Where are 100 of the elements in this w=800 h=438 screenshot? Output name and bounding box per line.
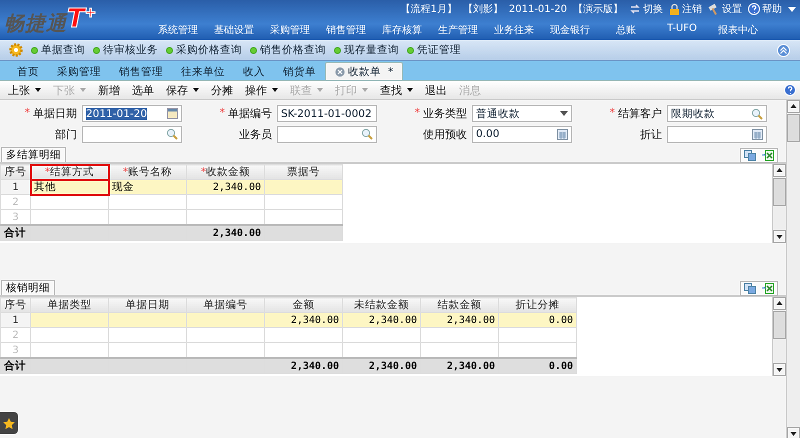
logo-text: 畅捷通 (4, 10, 67, 37)
calculator-icon[interactable] (557, 128, 568, 140)
quick-link[interactable]: 采购价格查询 (166, 43, 242, 57)
menu-item[interactable]: 报表中心 (710, 23, 766, 37)
help-icon[interactable] (748, 3, 760, 15)
scroll-down-icon[interactable] (773, 363, 786, 376)
scroll-up-icon[interactable] (773, 297, 786, 310)
quick-link[interactable]: 单据查询 (31, 43, 85, 57)
input-field[interactable]: 0.00 (472, 126, 572, 143)
excel-export-icon[interactable] (762, 283, 774, 294)
calculator-icon[interactable] (752, 128, 763, 140)
toolbar-button[interactable]: 退出 (421, 82, 455, 98)
column-header[interactable]: *收款金额 (186, 164, 264, 180)
scroll-up-icon[interactable] (787, 100, 800, 113)
tab[interactable]: 采购管理 (48, 63, 110, 80)
column-header[interactable]: 单据编号 (186, 298, 264, 312)
tab[interactable]: 收款单 * (325, 62, 404, 80)
toolbar-button[interactable]: 操作 (241, 82, 286, 98)
quick-link[interactable]: 待审核业务 (93, 43, 158, 57)
magnifier-icon[interactable] (751, 108, 763, 120)
close-icon[interactable] (335, 66, 345, 76)
menu-item[interactable]: 生产管理 (430, 23, 486, 37)
magnifier-icon[interactable] (361, 128, 373, 140)
lock-icon[interactable] (669, 3, 680, 15)
toolbar-button[interactable]: 查找 (376, 82, 421, 98)
toolbar-button[interactable]: 保存 (162, 82, 207, 98)
tab[interactable]: 销货单 (274, 63, 325, 80)
column-header[interactable]: 结款金额 (420, 298, 498, 312)
field-label: 折让 (639, 126, 662, 142)
toolbar-button[interactable]: 上张 (4, 82, 49, 98)
tab[interactable]: 销售管理 (110, 63, 172, 80)
copy-icon[interactable] (744, 150, 756, 161)
column-header[interactable]: *账号名称 (108, 164, 186, 180)
quick-link[interactable]: 销售价格查询 (250, 43, 326, 57)
scroll-thumb[interactable] (773, 178, 786, 206)
help-icon[interactable] (784, 84, 796, 96)
calendar-icon[interactable] (167, 108, 178, 120)
menu-item[interactable]: 基础设置 (206, 23, 262, 37)
column-header[interactable]: 序号 (0, 298, 30, 312)
menu-item[interactable]: 现金银行 (542, 23, 598, 37)
status-info: 2011-01-20 (508, 4, 567, 14)
menu-item[interactable]: 总账 (598, 23, 654, 37)
header-action[interactable]: 注销 (669, 2, 702, 16)
menu-item[interactable]: T-UFO (654, 23, 710, 37)
column-header[interactable]: 单据类型 (30, 298, 108, 312)
quick-link[interactable]: 现存量查询 (334, 43, 399, 57)
scroll-down-icon[interactable] (773, 230, 786, 243)
star-button[interactable] (0, 412, 18, 434)
column-header[interactable]: 金额 (264, 298, 342, 312)
logo-plus: + (84, 6, 96, 20)
menu-item[interactable]: 库存核算 (374, 23, 430, 37)
excel-export-icon[interactable] (762, 150, 774, 161)
magnifier-icon[interactable] (166, 128, 178, 140)
header-action[interactable]: 设置 (708, 2, 742, 16)
column-header[interactable]: 未结款金额 (342, 298, 420, 312)
input-field[interactable] (277, 126, 377, 143)
field-label: 使用预收 (422, 126, 467, 142)
logo-mark: T (67, 6, 85, 32)
input-field[interactable]: SK-2011-01-0002 (277, 105, 377, 122)
menu-item[interactable]: 系统管理 (150, 23, 206, 37)
header-action[interactable]: 帮助 (748, 2, 782, 16)
field-label: * 结算客户 (608, 106, 662, 122)
scroll-up-icon[interactable] (773, 164, 786, 177)
status-info: 【流程1月】 (400, 2, 457, 16)
dropdown-field[interactable]: 普通收款 (472, 105, 572, 122)
input-field[interactable]: 2011-01-20 (82, 105, 182, 122)
scroll-down-icon[interactable] (787, 427, 800, 438)
section-tab[interactable]: 核销明细 (1, 280, 55, 295)
column-header[interactable]: 票据号 (264, 164, 342, 180)
toolbar-button[interactable]: 选单 (128, 82, 162, 98)
tab[interactable]: 首页 (8, 63, 48, 80)
dropdown-arrow-icon[interactable] (560, 111, 568, 116)
toolbar-button[interactable]: 分摊 (207, 82, 241, 98)
menu-item[interactable]: 销售管理 (318, 23, 374, 37)
input-field[interactable] (82, 126, 182, 143)
menu-item[interactable]: 业务往来 (486, 23, 542, 37)
tab[interactable]: 收入 (234, 63, 274, 80)
menu-item[interactable]: 采购管理 (262, 23, 318, 37)
header-action[interactable]: 切换 (629, 2, 663, 16)
section-tab[interactable]: 多结算明细 (1, 147, 66, 162)
column-header[interactable]: 序号 (0, 164, 30, 180)
scroll-thumb[interactable] (787, 114, 800, 142)
quick-link[interactable]: 凭证管理 (407, 43, 461, 57)
row-number: 2 (0, 328, 30, 342)
total-label: 合计 (0, 225, 30, 240)
toolbar-button[interactable]: 新增 (94, 82, 128, 98)
copy-icon[interactable] (744, 283, 756, 294)
column-header[interactable]: 折让分摊 (498, 298, 576, 312)
table-cell: 现金 (108, 180, 186, 194)
input-field[interactable] (667, 126, 767, 143)
column-header[interactable]: *结算方式 (30, 164, 108, 180)
arrows-icon[interactable] (629, 3, 641, 15)
input-field[interactable]: 限期收款 (667, 105, 767, 122)
field-label: * 单据日期 (24, 106, 77, 122)
gear-icon[interactable] (9, 43, 23, 57)
scroll-thumb[interactable] (773, 311, 786, 339)
table-cell: 2,340.00 (420, 312, 498, 328)
column-header[interactable]: 单据日期 (108, 298, 186, 312)
tab[interactable]: 往来单位 (172, 63, 234, 80)
collapse-icon[interactable] (777, 44, 790, 56)
